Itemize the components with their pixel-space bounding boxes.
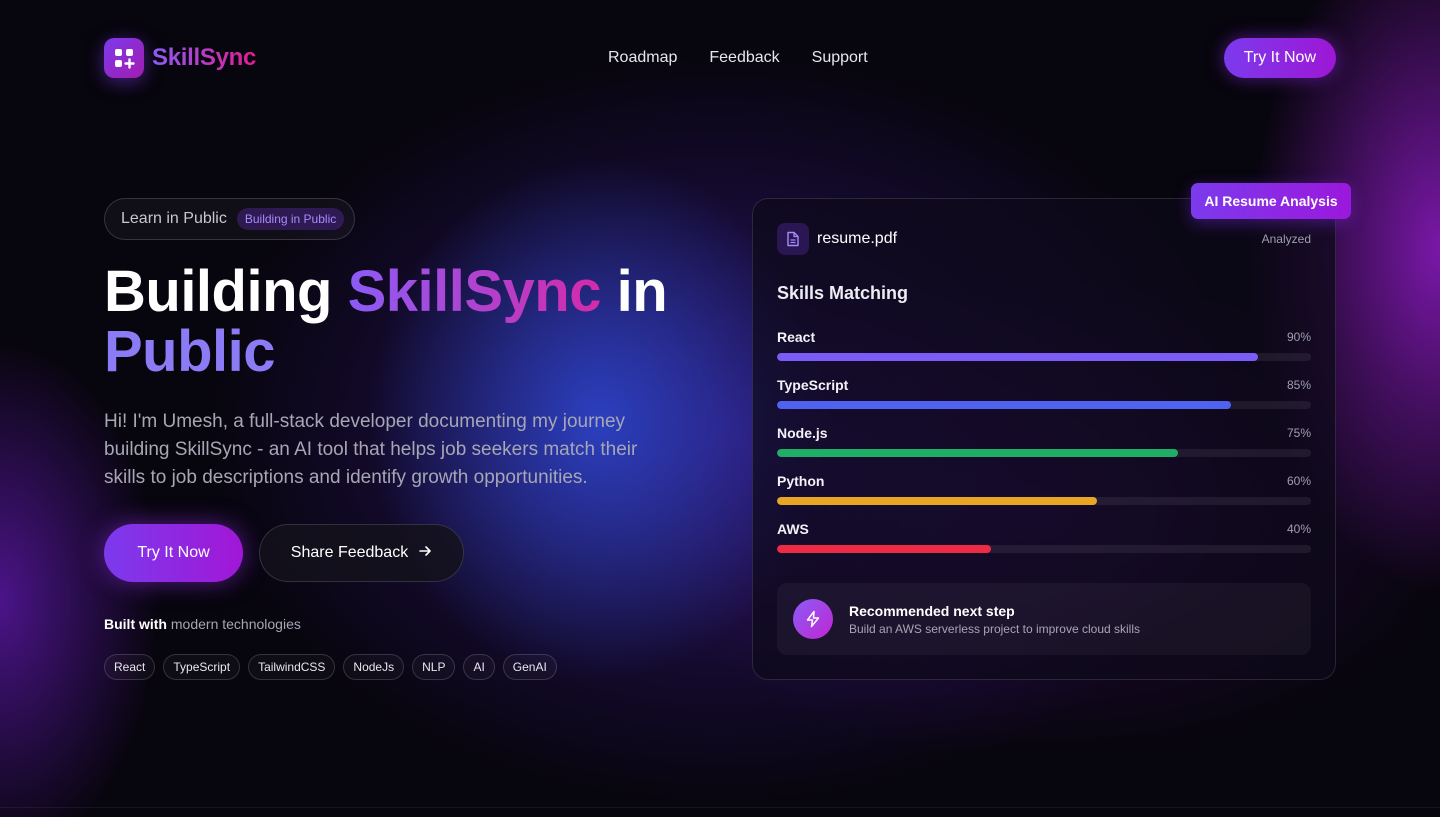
skill-name: React — [777, 329, 816, 345]
ai-resume-analysis-badge: AI Resume Analysis — [1191, 183, 1351, 219]
nav-try-it-now-button[interactable]: Try It Now — [1223, 38, 1336, 78]
tag-nodejs: NodeJs — [343, 654, 405, 680]
skill-track — [777, 353, 1311, 361]
apps-icon — [104, 38, 144, 78]
skill-track — [777, 401, 1311, 409]
skill-row-aws: AWS 40% — [777, 521, 1311, 553]
skill-name: AWS — [777, 521, 809, 537]
skill-name: TypeScript — [777, 377, 849, 393]
nav-link-roadmap[interactable]: Roadmap — [608, 49, 677, 67]
skill-row-typescript: TypeScript 85% — [777, 377, 1311, 409]
learn-in-public-pill: Learn in Public Building in Public — [104, 198, 356, 240]
skill-row-python: Python 60% — [777, 473, 1311, 505]
try-it-now-button[interactable]: Try It Now — [104, 524, 243, 582]
title-line2: Public — [104, 319, 276, 384]
nav-link-feedback[interactable]: Feedback — [709, 49, 779, 67]
skill-pct: 40% — [1286, 522, 1311, 536]
pill-text: Learn in Public — [121, 210, 227, 227]
nav-link-support[interactable]: Support — [812, 49, 868, 67]
nav-links: Roadmap Feedback Support — [608, 49, 868, 67]
bottom-divider — [0, 807, 1440, 808]
share-feedback-button[interactable]: Share Feedback — [259, 524, 464, 582]
file-status: Analyzed — [1261, 232, 1311, 246]
skill-bar-fill — [777, 449, 1178, 457]
lightning-icon — [793, 599, 833, 639]
built-rest: modern technologies — [167, 616, 301, 632]
recommendation-box: Recommended next step Build an AWS serve… — [777, 583, 1311, 655]
brand-name: SkillSync — [152, 44, 257, 71]
document-icon — [777, 223, 809, 255]
skills-title: Skills Matching — [777, 283, 909, 303]
skill-pct: 60% — [1286, 474, 1311, 488]
tag-tailwindcss: TailwindCSS — [248, 654, 336, 680]
tag-nlp: NLP — [412, 654, 456, 680]
title-brand: SkillSync — [347, 259, 602, 324]
tag-genai: GenAI — [502, 654, 557, 680]
built-with-text: Built with modern technologies — [104, 616, 301, 632]
title-part1: Building — [104, 259, 348, 324]
hero-title: Building SkillSync in Public — [104, 262, 744, 382]
skill-bar-fill — [777, 545, 991, 553]
skill-track — [777, 545, 1311, 553]
file-name: resume.pdf — [817, 230, 898, 247]
skill-bar-fill — [777, 401, 1231, 409]
skill-name: Python — [777, 473, 825, 489]
skill-track — [777, 497, 1311, 505]
skill-pct: 75% — [1286, 426, 1311, 440]
tag-typescript: TypeScript — [163, 654, 241, 680]
tech-tags: React TypeScript TailwindCSS NodeJs NLP … — [104, 654, 557, 680]
tag-ai: AI — [463, 654, 495, 680]
recommendation-title: Recommended next step — [849, 602, 1015, 619]
share-feedback-label: Share Feedback — [290, 544, 409, 561]
resume-analysis-card: resume.pdf Analyzed Skills Matching Reac… — [752, 198, 1336, 680]
skill-bar-fill — [777, 497, 1098, 505]
skill-bar-fill — [777, 353, 1258, 361]
arrow-right-icon — [418, 544, 432, 563]
file-row: resume.pdf Analyzed — [777, 223, 1311, 255]
skill-row-react: React 90% — [777, 329, 1311, 361]
skill-track — [777, 449, 1311, 457]
built-bold: Built with — [104, 616, 167, 632]
skill-row-nodejs: Node.js 75% — [777, 425, 1311, 457]
skill-pct: 85% — [1286, 378, 1311, 392]
tag-react: React — [104, 654, 156, 680]
skill-pct: 90% — [1286, 330, 1311, 344]
brand-logo[interactable]: SkillSync — [104, 38, 256, 78]
top-nav: SkillSync Roadmap Feedback Support Try I… — [104, 38, 1336, 78]
hero-description: Hi! I'm Umesh, a full-stack developer do… — [104, 411, 638, 488]
title-part2: in — [600, 259, 668, 324]
recommendation-subtitle: Build an AWS serverless project to impro… — [849, 621, 1140, 636]
pill-badge: Building in Public — [236, 208, 345, 230]
skill-name: Node.js — [777, 425, 828, 441]
